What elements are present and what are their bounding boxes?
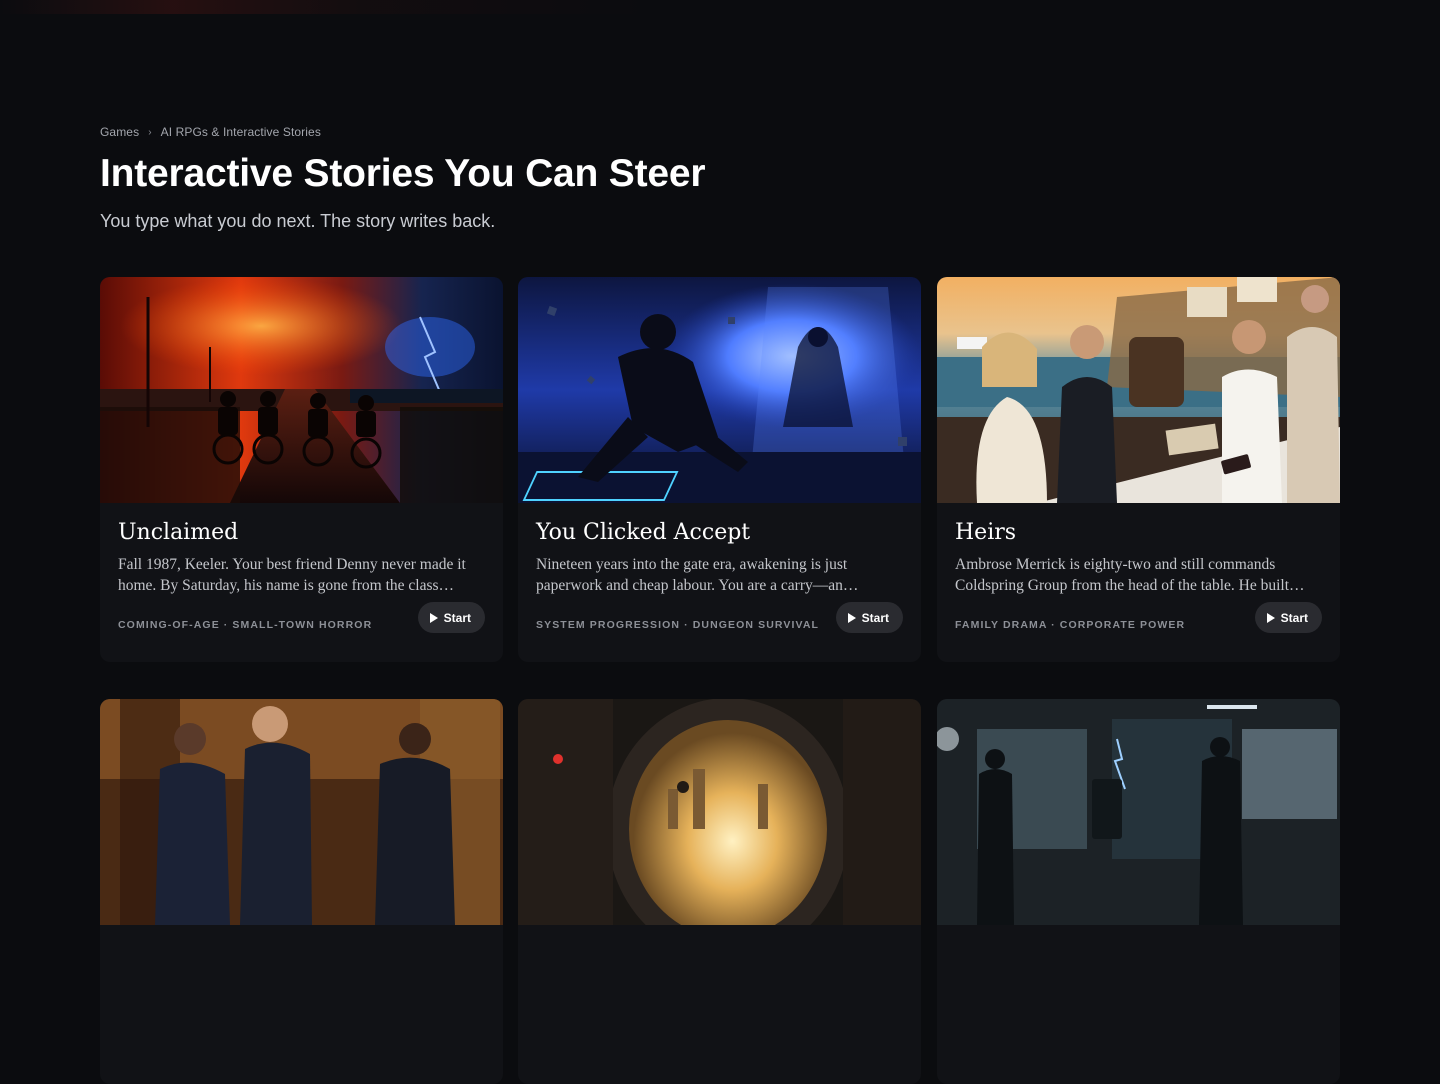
story-tags: FAMILY DRAMA · CORPORATE POWER	[955, 619, 1186, 631]
page-title: Interactive Stories You Can Steer	[100, 152, 706, 195]
story-card-5[interactable]	[518, 699, 921, 1084]
story-description: Ambrose Merrick is eighty-two and still …	[955, 556, 1305, 594]
story-cover-image[interactable]	[937, 277, 1340, 503]
cover-art-6	[937, 699, 1340, 925]
breadcrumb-ai-rpgs[interactable]: AI RPGs & Interactive Stories	[161, 125, 321, 139]
story-cover-image[interactable]	[100, 699, 503, 925]
play-icon	[847, 612, 856, 623]
start-button[interactable]: Start	[417, 602, 485, 633]
story-tags: COMING-OF-AGE · SMALL-TOWN HORROR	[118, 619, 373, 631]
start-label: Start	[861, 610, 889, 625]
story-card-unclaimed[interactable]: Unclaimed Fall 1987, Keeler. Your best f…	[100, 277, 503, 662]
chevron-right-icon: ›	[148, 126, 152, 138]
story-card-6[interactable]	[937, 699, 1340, 1084]
play-icon	[429, 612, 438, 623]
story-card-4[interactable]	[100, 699, 503, 1084]
breadcrumb: Games › AI RPGs & Interactive Stories	[100, 125, 321, 139]
play-icon	[1266, 612, 1275, 623]
cover-art-you-clicked-accept	[518, 277, 921, 503]
start-label: Start	[443, 610, 471, 625]
breadcrumb-games[interactable]: Games	[100, 125, 139, 139]
story-cover-image[interactable]	[100, 277, 503, 503]
story-card-heirs[interactable]: Heirs Ambrose Merrick is eighty-two and …	[937, 277, 1340, 662]
top-gradient	[0, 0, 1440, 14]
story-tags: SYSTEM PROGRESSION · DUNGEON SURVIVAL	[536, 619, 820, 631]
cover-art-5	[518, 699, 921, 925]
story-description: Nineteen years into the gate era, awaken…	[536, 556, 859, 594]
cover-art-4	[100, 699, 503, 925]
cover-art-unclaimed	[100, 277, 503, 503]
cover-art-heirs	[937, 277, 1340, 503]
start-button[interactable]: Start	[1254, 602, 1322, 633]
page-subtitle: You type what you do next. The story wri…	[100, 211, 496, 231]
story-title: Heirs	[955, 520, 1017, 545]
story-description: Fall 1987, Keeler. Your best friend Denn…	[118, 556, 466, 594]
start-button[interactable]: Start	[835, 602, 903, 633]
story-title: You Clicked Accept	[536, 520, 751, 545]
story-card-you-clicked-accept[interactable]: You Clicked Accept Nineteen years into t…	[518, 277, 921, 662]
start-label: Start	[1280, 610, 1308, 625]
story-cover-image[interactable]	[518, 277, 921, 503]
story-cover-image[interactable]	[937, 699, 1340, 925]
story-title: Unclaimed	[118, 520, 239, 545]
story-cover-image[interactable]	[518, 699, 921, 925]
